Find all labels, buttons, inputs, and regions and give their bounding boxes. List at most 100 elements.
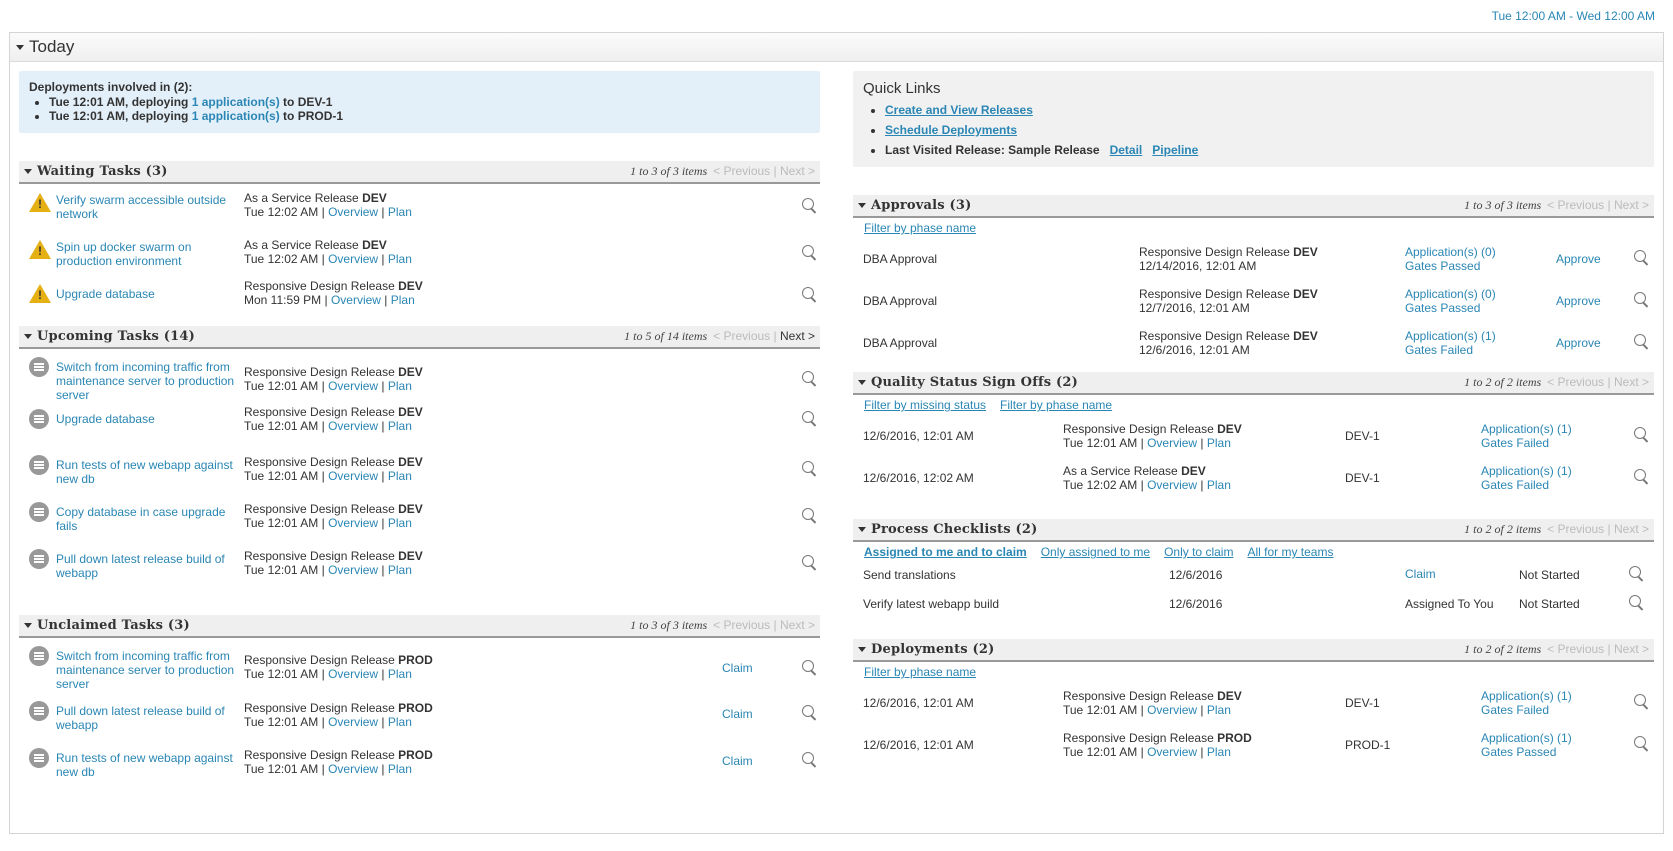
collapse-triangle-icon[interactable] — [16, 44, 24, 50]
plan-link[interactable]: Plan — [388, 715, 412, 729]
plan-link[interactable]: Plan — [388, 563, 412, 577]
task-name-link[interactable]: Switch from incoming traffic from mainte… — [56, 649, 241, 691]
magnifier-icon[interactable] — [802, 198, 818, 214]
collapse-triangle-icon[interactable] — [24, 623, 32, 629]
overview-link[interactable]: Overview — [328, 205, 378, 219]
gates-link[interactable]: Gates Passed — [1405, 259, 1480, 273]
approve-link[interactable]: Approve — [1556, 294, 1601, 308]
next-link[interactable]: Next > — [780, 618, 815, 632]
plan-link[interactable]: Plan — [1207, 436, 1231, 450]
magnifier-icon[interactable] — [802, 752, 818, 768]
overview-link[interactable]: Overview — [328, 419, 378, 433]
next-link[interactable]: Next > — [780, 329, 815, 343]
plan-link[interactable]: Plan — [1207, 703, 1231, 717]
applications-link[interactable]: Application(s) (1) — [1481, 689, 1572, 703]
plan-link[interactable]: Plan — [1207, 745, 1231, 759]
overview-link[interactable]: Overview — [328, 563, 378, 577]
task-name-link[interactable]: Upgrade database — [56, 287, 241, 301]
filter-phase-link[interactable]: Filter by phase name — [864, 665, 976, 679]
create-releases-link[interactable]: Create and View Releases — [885, 103, 1033, 117]
magnifier-icon[interactable] — [1634, 334, 1650, 350]
upcoming-tasks-header[interactable]: Upcoming Tasks (14) 1 to 5 of 14 items < … — [19, 326, 820, 349]
plan-link[interactable]: Plan — [388, 205, 412, 219]
overview-link[interactable]: Overview — [328, 667, 378, 681]
task-name-link[interactable]: Upgrade database — [56, 412, 241, 426]
applications-link[interactable]: Application(s) (1) — [1405, 329, 1496, 343]
plan-link[interactable]: Plan — [388, 762, 412, 776]
magnifier-icon[interactable] — [1634, 292, 1650, 308]
gates-link[interactable]: Gates Failed — [1405, 343, 1473, 357]
task-name-link[interactable]: Copy database in case upgrade fails — [56, 505, 241, 533]
overview-link[interactable]: Overview — [1147, 703, 1197, 717]
task-name-link[interactable]: Run tests of new webapp against new db — [56, 458, 241, 486]
task-name-link[interactable]: Spin up docker swarm on production envir… — [56, 240, 241, 268]
magnifier-icon[interactable] — [802, 287, 818, 303]
overview-link[interactable]: Overview — [1147, 478, 1197, 492]
next-link[interactable]: Next > — [1614, 522, 1649, 536]
next-link[interactable]: Next > — [780, 164, 815, 178]
overview-link[interactable]: Overview — [331, 293, 381, 307]
magnifier-icon[interactable] — [1629, 566, 1645, 582]
plan-link[interactable]: Plan — [388, 516, 412, 530]
filter-only-claim-link[interactable]: Only to claim — [1164, 545, 1233, 559]
plan-link[interactable]: Plan — [388, 252, 412, 266]
magnifier-icon[interactable] — [802, 461, 818, 477]
applications-link[interactable]: Application(s) (1) — [1481, 464, 1572, 478]
claim-link[interactable]: Claim — [722, 754, 753, 768]
overview-link[interactable]: Overview — [328, 469, 378, 483]
magnifier-icon[interactable] — [802, 660, 818, 676]
previous-link[interactable]: < Previous — [713, 618, 770, 632]
previous-link[interactable]: < Previous — [1547, 198, 1604, 212]
overview-link[interactable]: Overview — [328, 379, 378, 393]
claim-link[interactable]: Claim — [722, 707, 753, 721]
plan-link[interactable]: Plan — [1207, 478, 1231, 492]
overview-link[interactable]: Overview — [328, 762, 378, 776]
deployments-header[interactable]: Deployments (2) 1 to 2 of 2 items < Previ… — [853, 639, 1654, 662]
collapse-triangle-icon[interactable] — [24, 334, 32, 340]
magnifier-icon[interactable] — [1634, 694, 1650, 710]
overview-link[interactable]: Overview — [1147, 745, 1197, 759]
filter-phase-link[interactable]: Filter by phase name — [864, 221, 976, 235]
collapse-triangle-icon[interactable] — [858, 380, 866, 386]
collapse-triangle-icon[interactable] — [24, 169, 32, 175]
magnifier-icon[interactable] — [802, 508, 818, 524]
collapse-triangle-icon[interactable] — [858, 647, 866, 653]
unclaimed-tasks-header[interactable]: Unclaimed Tasks (3) 1 to 3 of 3 items < P… — [19, 615, 820, 638]
approvals-header[interactable]: Approvals (3) 1 to 3 of 3 items < Previou… — [853, 195, 1654, 218]
applications-link[interactable]: Application(s) (0) — [1405, 287, 1496, 301]
filter-all-teams-link[interactable]: All for my teams — [1247, 545, 1333, 559]
approve-link[interactable]: Approve — [1556, 336, 1601, 350]
overview-link[interactable]: Overview — [328, 715, 378, 729]
filter-only-assigned-link[interactable]: Only assigned to me — [1041, 545, 1150, 559]
gates-link[interactable]: Gates Passed — [1405, 301, 1480, 315]
gates-link[interactable]: Gates Failed — [1481, 703, 1549, 717]
today-panel-header[interactable]: Today — [10, 33, 1663, 62]
magnifier-icon[interactable] — [802, 371, 818, 387]
collapse-triangle-icon[interactable] — [858, 203, 866, 209]
detail-link[interactable]: Detail — [1110, 143, 1143, 157]
next-link[interactable]: Next > — [1614, 375, 1649, 389]
magnifier-icon[interactable] — [1634, 250, 1650, 266]
overview-link[interactable]: Overview — [328, 252, 378, 266]
magnifier-icon[interactable] — [1634, 469, 1650, 485]
applications-link[interactable]: Application(s) (0) — [1405, 245, 1496, 259]
previous-link[interactable]: < Previous — [1547, 375, 1604, 389]
next-link[interactable]: Next > — [1614, 642, 1649, 656]
magnifier-icon[interactable] — [1629, 595, 1645, 611]
plan-link[interactable]: Plan — [388, 379, 412, 393]
gates-link[interactable]: Gates Failed — [1481, 478, 1549, 492]
magnifier-icon[interactable] — [802, 245, 818, 261]
approve-link[interactable]: Approve — [1556, 252, 1601, 266]
task-name-link[interactable]: Run tests of new webapp against new db — [56, 751, 241, 779]
applications-link[interactable]: Application(s) (1) — [1481, 422, 1572, 436]
task-name-link[interactable]: Pull down latest release build of webapp — [56, 704, 241, 732]
task-name-link[interactable]: Pull down latest release build of webapp — [56, 552, 241, 580]
claim-link[interactable]: Claim — [722, 661, 753, 675]
task-name-link[interactable]: Verify swarm accessible outside network — [56, 193, 241, 221]
applications-link[interactable]: 1 application(s) — [192, 95, 280, 109]
quality-signoffs-header[interactable]: Quality Status Sign Offs (2) 1 to 2 of 2… — [853, 372, 1654, 395]
applications-link[interactable]: 1 application(s) — [192, 109, 280, 123]
plan-link[interactable]: Plan — [388, 419, 412, 433]
collapse-triangle-icon[interactable] — [858, 527, 866, 533]
magnifier-icon[interactable] — [1634, 736, 1650, 752]
